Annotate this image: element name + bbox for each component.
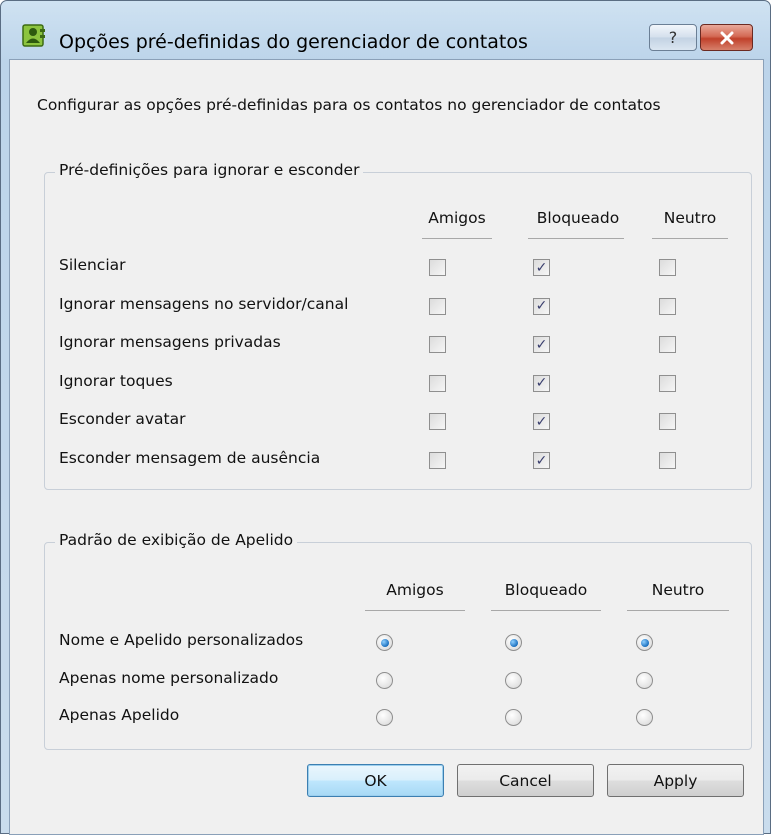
radio-amigos[interactable] (376, 671, 393, 689)
checkbox-neutro[interactable] (659, 297, 676, 315)
checkbox-neutro[interactable] (659, 259, 676, 276)
checkbox-neutro[interactable] (659, 374, 676, 392)
help-button[interactable]: ? (649, 24, 697, 51)
col-divider (528, 238, 624, 239)
col-divider (652, 238, 728, 239)
col-divider (627, 610, 729, 611)
checkmark-icon: ✓ (535, 336, 548, 353)
radio-bloqueado[interactable] (505, 709, 522, 726)
dialog-body: Configurar as opções pré-definidas para … (9, 59, 764, 835)
checkmark-icon: ✓ (535, 452, 548, 469)
ignore-hide-group: Pré-definições para ignorar e esconder A… (44, 161, 752, 490)
col-header-neutro: Neutro (651, 581, 705, 599)
checkbox-bloqueado[interactable]: ✓ (533, 259, 550, 276)
radio-selected-dot (509, 638, 518, 647)
ok-button[interactable]: OK (307, 764, 444, 797)
checkbox-amigos[interactable] (429, 259, 446, 276)
help-icon: ? (668, 28, 678, 47)
dialog-window: Opções pré-definidas do gerenciador de c… (0, 0, 771, 835)
radio-selected-dot (640, 638, 649, 647)
checkbox-amigos[interactable] (429, 413, 446, 431)
close-icon (720, 31, 733, 44)
apply-button[interactable]: Apply (607, 764, 744, 797)
radio-bloqueado[interactable] (505, 634, 522, 651)
checkbox-neutro[interactable] (659, 336, 676, 354)
radio-neutro[interactable] (636, 671, 653, 689)
checkbox-neutro[interactable] (659, 413, 676, 431)
option-label: Ignorar mensagens no servidor/canal (59, 294, 349, 313)
title-bar[interactable]: Opções pré-definidas do gerenciador de c… (1, 1, 770, 59)
option-label: Apenas Apelido (59, 706, 180, 724)
radio-neutro[interactable] (636, 634, 653, 651)
option-label: Esconder avatar (59, 410, 186, 429)
option-label: Esconder mensagem de ausência (59, 449, 321, 467)
radio-bloqueado[interactable] (505, 671, 522, 689)
col-header-amigos: Amigos (428, 209, 486, 227)
checkmark-icon: ✓ (535, 298, 548, 315)
option-label: Ignorar mensagens privadas (59, 333, 281, 352)
option-label: Silenciar (59, 256, 126, 274)
radio-neutro[interactable] (636, 709, 653, 726)
checkbox-bloqueado[interactable]: ✓ (533, 413, 550, 431)
radio-amigos[interactable] (376, 709, 393, 726)
checkbox-amigos[interactable] (429, 374, 446, 392)
checkmark-icon: ✓ (535, 413, 548, 430)
intro-text: Configurar as opções pré-definidas para … (37, 96, 661, 114)
nickname-display-group: Padrão de exibição de Apelido Amigos Blo… (44, 531, 752, 750)
checkmark-icon: ✓ (535, 259, 548, 276)
option-label: Ignorar toques (59, 371, 173, 390)
cancel-button[interactable]: Cancel (457, 764, 594, 797)
window-title: Opções pré-definidas do gerenciador de c… (59, 31, 528, 53)
checkbox-neutro[interactable] (659, 452, 676, 469)
col-divider (491, 610, 601, 611)
checkbox-bloqueado[interactable]: ✓ (533, 336, 550, 354)
checkbox-bloqueado[interactable]: ✓ (533, 297, 550, 315)
option-label: Nome e Apelido personalizados (59, 631, 304, 649)
group-legend: Pré-definições para ignorar e esconder (55, 161, 364, 179)
radio-amigos[interactable] (376, 634, 393, 651)
checkbox-amigos[interactable] (429, 297, 446, 315)
checkbox-amigos[interactable] (429, 452, 446, 469)
contacts-manager-icon (22, 24, 45, 47)
checkmark-icon: ✓ (535, 375, 548, 392)
checkbox-bloqueado[interactable]: ✓ (533, 452, 550, 469)
radio-selected-dot (380, 638, 389, 647)
col-divider (422, 238, 492, 239)
group-legend: Padrão de exibição de Apelido (55, 531, 298, 549)
close-button[interactable] (700, 24, 753, 51)
col-header-neutro: Neutro (663, 209, 717, 227)
col-header-amigos: Amigos (386, 581, 444, 599)
col-divider (365, 610, 465, 611)
checkbox-amigos[interactable] (429, 336, 446, 354)
col-header-bloqueado: Bloqueado (504, 581, 588, 599)
checkbox-bloqueado[interactable]: ✓ (533, 374, 550, 392)
option-label: Apenas nome personalizado (59, 668, 279, 687)
col-header-bloqueado: Bloqueado (536, 209, 620, 227)
